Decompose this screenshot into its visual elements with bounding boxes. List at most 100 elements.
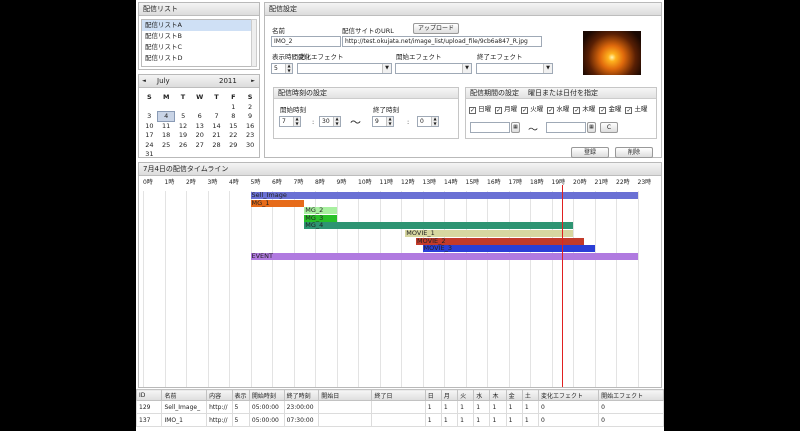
column-header[interactable]: 内容 bbox=[206, 389, 233, 401]
list-item[interactable]: 配信リストC bbox=[142, 42, 252, 53]
calendar-day[interactable]: 19 bbox=[175, 131, 192, 141]
next-month-button[interactable]: ► bbox=[251, 75, 255, 88]
calendar-day[interactable]: 27 bbox=[191, 140, 208, 150]
calendar-day[interactable]: 9 bbox=[242, 112, 259, 122]
calendar-day bbox=[175, 150, 192, 160]
calendar-day[interactable]: 2 bbox=[242, 102, 259, 112]
weekday-checkbox[interactable]: ✓ 月曜 bbox=[495, 105, 517, 114]
calendar-day[interactable]: 28 bbox=[208, 140, 225, 150]
calendar-day[interactable]: 16 bbox=[242, 121, 259, 131]
column-header[interactable]: 月 bbox=[440, 389, 459, 401]
name-field[interactable]: IMO_2 bbox=[271, 36, 341, 47]
spin-arrows-icon[interactable]: ▲ ▼ bbox=[386, 117, 393, 126]
start-minute-stepper[interactable]: 30 ▲ ▼ bbox=[319, 116, 341, 127]
list-item[interactable]: 配信リストA bbox=[142, 20, 252, 31]
calendar-day[interactable]: 13 bbox=[191, 121, 208, 131]
list-item[interactable]: 配信リストB bbox=[142, 31, 252, 42]
column-header[interactable]: 火 bbox=[457, 389, 475, 401]
delete-button[interactable]: 削除 bbox=[615, 147, 653, 158]
spin-arrows-icon[interactable]: ▲ ▼ bbox=[285, 64, 292, 73]
calendar-day[interactable]: 20 bbox=[191, 131, 208, 141]
calendar-day[interactable]: 1 bbox=[225, 102, 242, 112]
table-row[interactable]: 137 IMO_1 http://5 05:00:00 07:30:00 1 1 1 1 1 1 1 0… bbox=[136, 413, 664, 427]
calendar-day[interactable]: 30 bbox=[242, 140, 259, 150]
url-field[interactable]: http://test.okujata.net/image_list/uploa… bbox=[342, 36, 542, 47]
calendar-day[interactable]: 17 bbox=[141, 131, 158, 141]
timeline-bar[interactable]: MOVIE_3 bbox=[422, 245, 595, 253]
upload-button[interactable]: アップロード bbox=[413, 23, 459, 34]
weekday-checkbox[interactable]: ✓ 木曜 bbox=[573, 105, 595, 114]
hour-gridline bbox=[250, 191, 252, 387]
calendar-day[interactable]: 25 bbox=[158, 140, 175, 150]
column-header[interactable]: ID bbox=[136, 389, 163, 401]
chevron-down-icon: ▼ bbox=[382, 64, 391, 73]
list-scrollbar[interactable] bbox=[251, 19, 257, 67]
column-header[interactable]: 金 bbox=[505, 389, 523, 401]
register-button[interactable]: 登録 bbox=[571, 147, 609, 158]
timeline-bar[interactable]: MG_4 bbox=[304, 222, 573, 230]
calendar-day[interactable]: 4 bbox=[157, 111, 176, 122]
hour-label: 14時 bbox=[444, 179, 458, 186]
calendar-day[interactable]: 15 bbox=[225, 121, 242, 131]
end-hour-stepper[interactable]: 9 ▲ ▼ bbox=[372, 116, 394, 127]
weekday-checkbox[interactable]: ✓ 水曜 bbox=[547, 105, 570, 114]
table-cell bbox=[371, 400, 426, 414]
list-item[interactable]: 配信リストD bbox=[142, 53, 252, 64]
calendar-day[interactable]: 14 bbox=[208, 121, 225, 131]
calendar-icon[interactable]: ▦ bbox=[587, 122, 596, 133]
weekday-checkbox[interactable]: ✓ 日曜 bbox=[469, 105, 491, 114]
calendar-icon[interactable]: ▦ bbox=[511, 122, 520, 133]
column-header[interactable]: 木 bbox=[489, 389, 507, 401]
column-header[interactable]: 開始時刻 bbox=[248, 389, 285, 401]
calendar-day[interactable]: 5 bbox=[175, 112, 192, 122]
weekday-checkbox[interactable]: ✓ 土曜 bbox=[625, 105, 648, 114]
calendar-day[interactable]: 11 bbox=[158, 121, 175, 131]
table-row[interactable]: 129 Sell_Image_ http://5 05:00:00 23:00:00 1 1… bbox=[136, 400, 664, 414]
spin-arrows-icon[interactable]: ▲ ▼ bbox=[431, 117, 438, 126]
timeline-bar[interactable]: Sell_Image bbox=[250, 192, 638, 199]
column-header[interactable]: 名前 bbox=[161, 389, 208, 401]
column-header[interactable]: 水 bbox=[473, 389, 491, 401]
weekday-checkbox[interactable]: ✓ 火曜 bbox=[521, 105, 543, 114]
effect3-select[interactable]: ▼ bbox=[476, 63, 553, 74]
end-date-field[interactable] bbox=[546, 122, 586, 133]
calendar-day[interactable]: 29 bbox=[225, 140, 242, 150]
column-header[interactable]: 開始エフェクト bbox=[598, 389, 664, 401]
column-header[interactable]: 変化エフェクト bbox=[537, 389, 600, 401]
column-header[interactable]: 終了日 bbox=[371, 389, 426, 401]
start-date-field[interactable] bbox=[470, 122, 510, 133]
calendar-day[interactable]: 3 bbox=[141, 112, 158, 122]
calendar-day[interactable]: 8 bbox=[225, 112, 242, 122]
calendar-day[interactable]: 21 bbox=[208, 131, 225, 141]
end-minute-stepper[interactable]: 0 ▲ ▼ bbox=[417, 116, 439, 127]
effect2-select[interactable]: ▼ bbox=[395, 63, 472, 74]
spin-arrows-icon[interactable]: ▲ ▼ bbox=[293, 117, 300, 126]
calendar-day[interactable]: 31 bbox=[141, 150, 158, 160]
effect1-select[interactable]: ▼ bbox=[297, 63, 392, 74]
calendar-day[interactable]: 18 bbox=[158, 131, 175, 141]
column-header[interactable]: 開始日 bbox=[318, 389, 373, 401]
calendar-day[interactable]: 22 bbox=[225, 131, 242, 141]
calendar-day[interactable]: 7 bbox=[208, 112, 225, 122]
column-header[interactable]: 表示 bbox=[231, 389, 250, 401]
timeline-bar[interactable]: MG_1 bbox=[250, 199, 305, 207]
clear-dates-button[interactable]: C bbox=[600, 122, 618, 133]
spin-arrows-icon[interactable]: ▲ ▼ bbox=[333, 117, 340, 126]
column-header[interactable]: 終了時刻 bbox=[283, 389, 320, 401]
calendar-day[interactable]: 23 bbox=[242, 131, 259, 141]
weekday-label: 水曜 bbox=[556, 105, 570, 113]
column-header[interactable]: 日 bbox=[424, 389, 442, 401]
timeline-bar[interactable]: MOVIE_1 bbox=[405, 230, 573, 237]
calendar-day[interactable]: 10 bbox=[141, 121, 158, 131]
duration-stepper[interactable]: 5 ▲ ▼ bbox=[271, 63, 293, 74]
calendar-day bbox=[225, 150, 242, 160]
prev-month-button[interactable]: ◄ bbox=[142, 75, 146, 88]
calendar-day[interactable]: 24 bbox=[141, 140, 158, 150]
start-hour-stepper[interactable]: 7 ▲ ▼ bbox=[279, 116, 301, 127]
calendar-day[interactable]: 26 bbox=[175, 140, 192, 150]
timeline-bar[interactable]: EVENT bbox=[250, 252, 638, 260]
calendar-day[interactable]: 6 bbox=[191, 112, 208, 122]
weekday-checkbox[interactable]: ✓ 金曜 bbox=[599, 105, 621, 114]
column-header[interactable]: 土 bbox=[521, 389, 540, 401]
calendar-day[interactable]: 12 bbox=[175, 121, 192, 131]
